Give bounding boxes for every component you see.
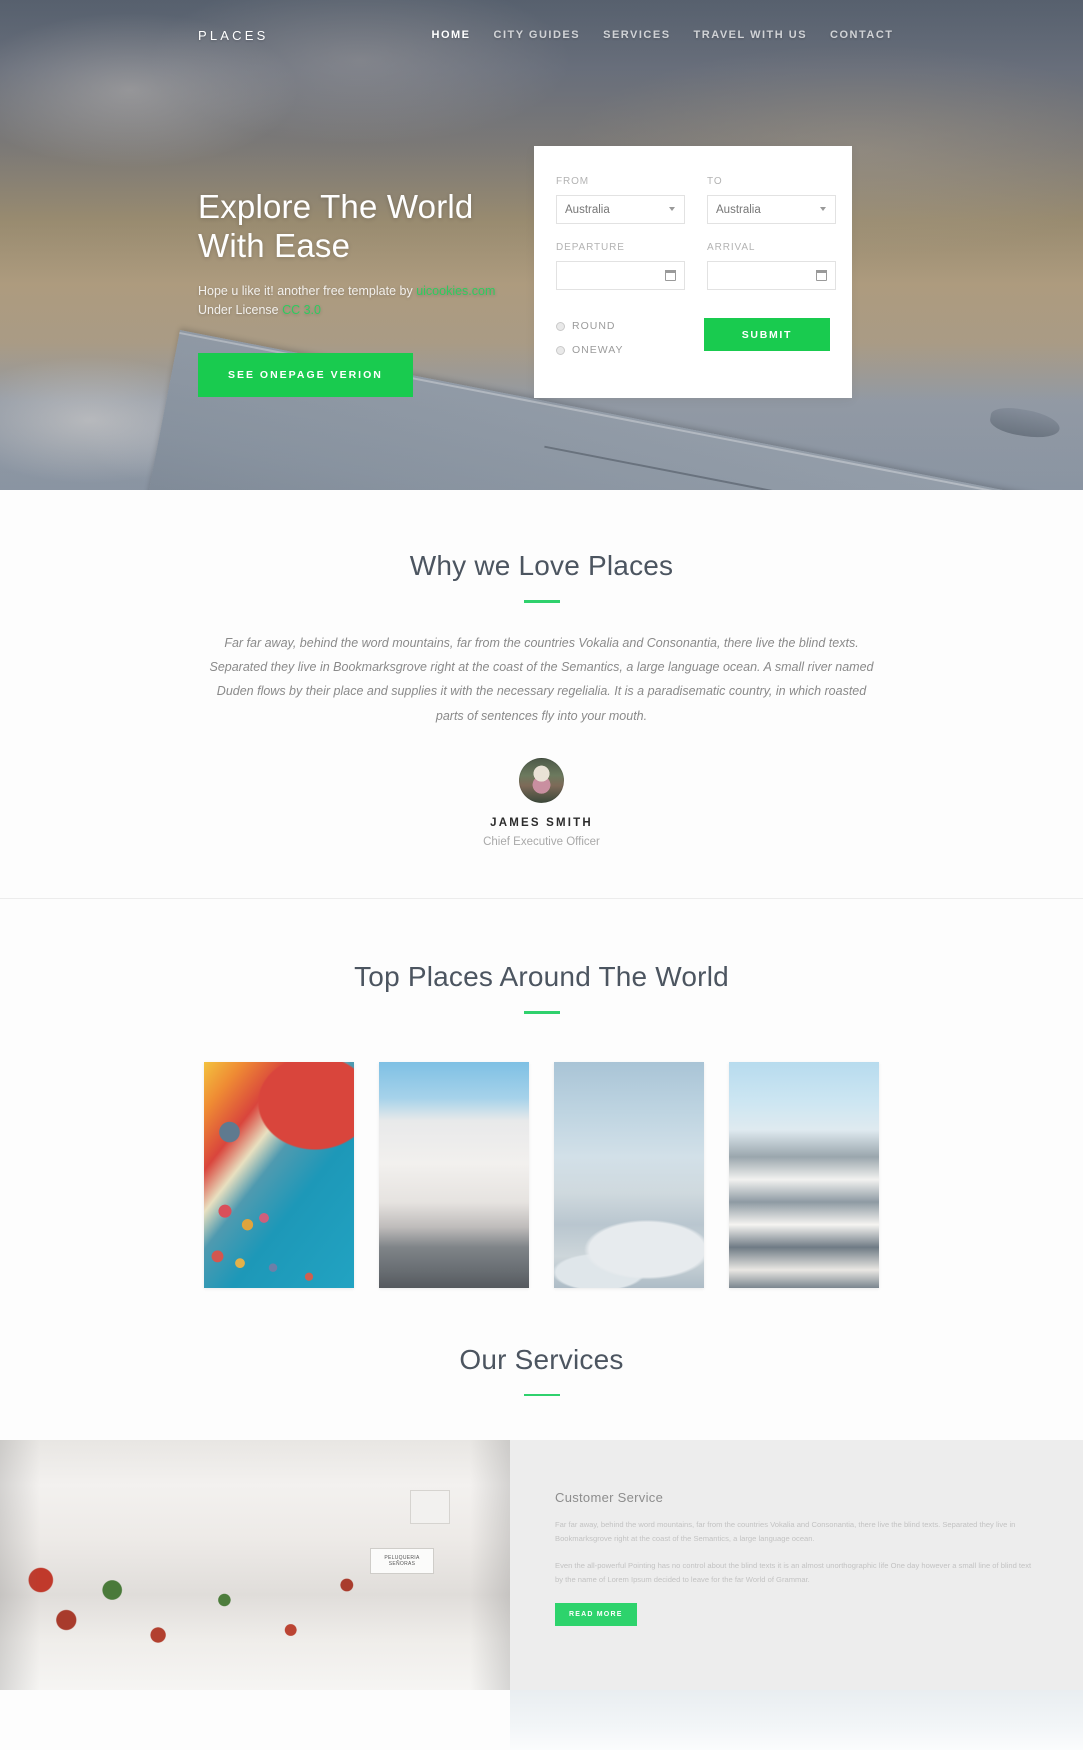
chevron-down-icon xyxy=(820,207,826,211)
image-shade-right xyxy=(470,1440,510,1690)
hero-text-block: Explore The World With Ease Hope u like … xyxy=(198,188,558,397)
gallery-item-sydney-opera-house[interactable] xyxy=(554,1062,704,1288)
from-label: FROM xyxy=(556,176,685,187)
nav-item-travel-with-us[interactable]: TRAVEL WITH US xyxy=(694,29,807,41)
gallery-item-japanese-castle[interactable] xyxy=(729,1062,879,1288)
our-services-section: Our Services PELUQUERIA SEÑORAS Customer… xyxy=(0,1288,1083,1750)
nav-item-city-guides[interactable]: CITY GUIDES xyxy=(494,29,581,41)
arrival-field: ARRIVAL xyxy=(707,242,836,290)
submit-button[interactable]: SUBMIT xyxy=(704,318,830,351)
from-select-value: Australia xyxy=(565,204,610,216)
heading-underline xyxy=(524,1394,560,1397)
booking-form: FROM Australia TO Australia DEPARTURE xyxy=(534,146,852,398)
places-gallery xyxy=(0,1062,1083,1288)
heading-underline xyxy=(524,600,560,603)
to-select-value: Australia xyxy=(716,204,761,216)
author-name: JAMES SMITH xyxy=(0,817,1083,829)
read-more-button[interactable]: READ MORE xyxy=(555,1603,637,1626)
calendar-icon xyxy=(816,270,827,281)
service-text-panel: Customer Service Far far away, behind th… xyxy=(510,1440,1083,1690)
hero-title: Explore The World With Ease xyxy=(198,188,558,266)
tail-right xyxy=(510,1690,1083,1750)
radio-icon xyxy=(556,346,565,355)
main-navigation: PLACES HOME CITY GUIDES SERVICES TRAVEL … xyxy=(0,0,1083,70)
heading-underline xyxy=(524,1011,560,1014)
site-logo[interactable]: PLACES xyxy=(198,28,269,43)
avatar xyxy=(519,758,564,803)
service-block: PELUQUERIA SEÑORAS Customer Service Far … xyxy=(0,1440,1083,1690)
hero-title-line-1: Explore The World xyxy=(198,188,473,225)
gallery-item-spanish-street[interactable] xyxy=(379,1062,529,1288)
tail-left xyxy=(0,1690,510,1750)
why-body-text: Far far away, behind the word mountains,… xyxy=(202,631,882,729)
service-card-title: Customer Service xyxy=(555,1490,1033,1505)
to-select[interactable]: Australia xyxy=(707,195,836,224)
arrival-label: ARRIVAL xyxy=(707,242,836,253)
see-onepage-version-button[interactable]: SEE ONEPAGE VERION xyxy=(198,353,413,397)
radio-oneway[interactable]: ONEWAY xyxy=(556,344,694,356)
author-role: Chief Executive Officer xyxy=(0,836,1083,848)
air-conditioner-unit xyxy=(410,1490,450,1524)
arrival-date-input[interactable] xyxy=(707,261,836,290)
calendar-icon xyxy=(665,270,676,281)
trip-type-radios: ROUND ONEWAY xyxy=(556,318,694,368)
hero-sub-prefix: Hope u like it! another free template by xyxy=(198,284,416,298)
top-places-section: Top Places Around The World xyxy=(0,899,1083,1288)
nav-item-services[interactable]: SERVICES xyxy=(603,29,670,41)
hero-title-line-2: With Ease xyxy=(198,227,350,264)
radio-round[interactable]: ROUND xyxy=(556,320,694,332)
booking-row-actions: ROUND ONEWAY SUBMIT xyxy=(556,318,830,368)
from-field: FROM Australia xyxy=(556,176,685,224)
chevron-down-icon xyxy=(669,207,675,211)
nav-item-home[interactable]: HOME xyxy=(432,29,471,41)
service-image: PELUQUERIA SEÑORAS xyxy=(0,1440,510,1690)
hero-license-prefix: Under License xyxy=(198,303,282,317)
departure-label: DEPARTURE xyxy=(556,242,685,253)
why-heading: Why we Love Places xyxy=(0,550,1083,582)
shop-sign: PELUQUERIA SEÑORAS xyxy=(370,1548,434,1574)
why-we-love-places-section: Why we Love Places Far far away, behind … xyxy=(0,490,1083,899)
from-select[interactable]: Australia xyxy=(556,195,685,224)
booking-row-dates: DEPARTURE ARRIVAL xyxy=(556,242,830,290)
image-shade-left xyxy=(0,1440,40,1690)
service-paragraph-1: Far far away, behind the word mountains,… xyxy=(555,1518,1033,1546)
booking-row-origin: FROM Australia TO Australia xyxy=(556,176,830,224)
service-paragraph-2: Even the all-powerful Pointing has no co… xyxy=(555,1559,1033,1587)
gallery-item-hot-air-balloons[interactable] xyxy=(204,1062,354,1288)
service-block-tail xyxy=(0,1690,1083,1750)
uicookies-link[interactable]: uicookies.com xyxy=(416,284,495,298)
hero-subtitle: Hope u like it! another free template by… xyxy=(198,282,558,321)
radio-round-label: ROUND xyxy=(572,320,616,332)
radio-icon xyxy=(556,322,565,331)
testimonial-author: JAMES SMITH Chief Executive Officer xyxy=(0,758,1083,848)
radio-oneway-label: ONEWAY xyxy=(572,344,624,356)
services-heading: Our Services xyxy=(0,1344,1083,1376)
hero-section: PLACES HOME CITY GUIDES SERVICES TRAVEL … xyxy=(0,0,1083,490)
departure-field: DEPARTURE xyxy=(556,242,685,290)
license-link[interactable]: CC 3.0 xyxy=(282,303,321,317)
top-places-heading: Top Places Around The World xyxy=(0,961,1083,993)
to-field: TO Australia xyxy=(707,176,836,224)
nav-item-contact[interactable]: CONTACT xyxy=(830,29,893,41)
to-label: TO xyxy=(707,176,836,187)
departure-date-input[interactable] xyxy=(556,261,685,290)
nav-links: HOME CITY GUIDES SERVICES TRAVEL WITH US… xyxy=(432,29,894,41)
